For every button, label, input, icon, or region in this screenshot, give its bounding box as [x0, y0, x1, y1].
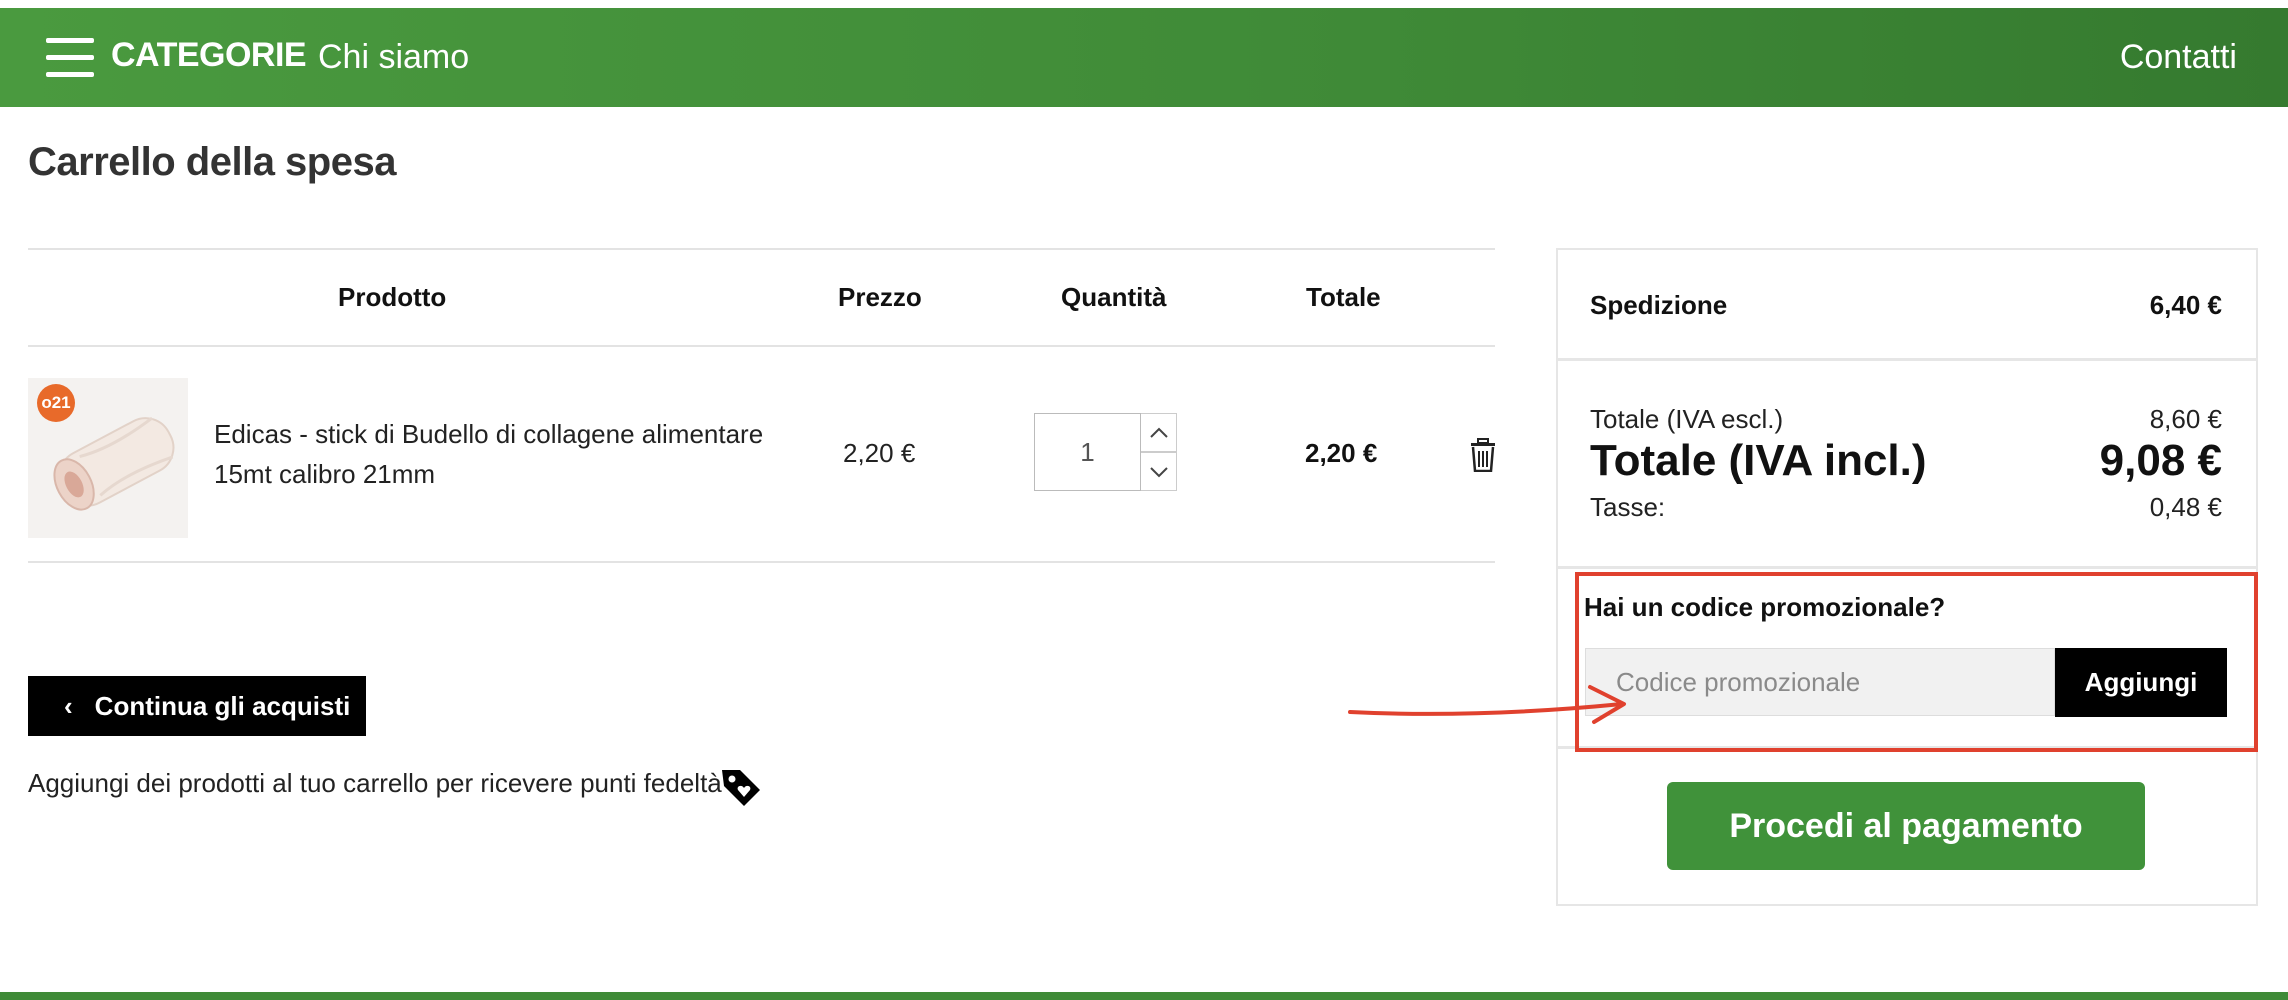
table-top-divider	[28, 248, 1495, 250]
promo-code-input[interactable]	[1585, 648, 2055, 716]
quantity-decrease-button[interactable]	[1141, 452, 1177, 491]
column-header-total: Totale	[1306, 282, 1381, 312]
product-total: 2,20 €	[1305, 438, 1378, 468]
checkout-button[interactable]: Procedi al pagamento	[1667, 782, 2145, 870]
tax-value: 0,48 €	[2149, 492, 2222, 522]
nav-categories-link[interactable]: CATEGORIE	[111, 36, 307, 75]
total-incl-tax-label: Totale (IVA incl.)	[1590, 436, 1927, 485]
summary-divider	[1558, 358, 2256, 361]
product-price: 2,20 €	[843, 438, 916, 468]
total-incl-tax-value: 9,08 €	[2099, 436, 2222, 485]
tax-label: Tasse:	[1590, 492, 1666, 522]
column-header-price: Prezzo	[838, 282, 922, 312]
column-header-quantity: Quantità	[1061, 282, 1167, 312]
product-name[interactable]: Edicas - stick di Budello di collagene a…	[214, 414, 774, 494]
column-header-product: Prodotto	[338, 282, 447, 312]
shipping-value: 6,40 €	[2149, 290, 2222, 320]
continue-shopping-button[interactable]: ‹ Continua gli acquisti	[28, 676, 366, 736]
quantity-increase-button[interactable]	[1141, 413, 1177, 452]
nav-contact-link[interactable]: Contatti	[2120, 38, 2237, 77]
hamburger-menu-icon[interactable]	[46, 38, 94, 78]
summary-divider	[1558, 566, 2256, 569]
loyalty-message: Aggiungi dei prodotti al tuo carrello pe…	[28, 768, 737, 798]
apply-promo-button[interactable]: Aggiungi	[2055, 648, 2227, 717]
continue-shopping-label: Continua gli acquisti	[94, 690, 351, 721]
top-navbar: CATEGORIE Chi siamo Contatti	[0, 8, 2288, 107]
header-divider	[28, 345, 1495, 347]
annotation-arrow-icon	[1348, 685, 1626, 724]
total-excl-tax-value: 8,60 €	[2149, 404, 2222, 434]
trash-icon[interactable]	[1468, 438, 1498, 473]
footer-bar	[0, 992, 2288, 1000]
promo-code-title: Hai un codice promozionale?	[1584, 592, 1946, 622]
product-badge: o21	[37, 384, 75, 422]
chevron-down-icon	[1149, 466, 1168, 477]
chevron-up-icon	[1149, 427, 1168, 438]
row-divider	[28, 561, 1495, 563]
nav-about-link[interactable]: Chi siamo	[318, 38, 469, 77]
total-excl-tax-label: Totale (IVA escl.)	[1590, 404, 1784, 434]
loyalty-tag-icon	[718, 766, 764, 808]
quantity-input[interactable]: 1	[1034, 413, 1141, 491]
shipping-label: Spedizione	[1590, 290, 1728, 320]
top-strip	[0, 0, 2288, 8]
chevron-left-icon: ‹	[64, 690, 73, 721]
page-title: Carrello della spesa	[28, 140, 396, 184]
